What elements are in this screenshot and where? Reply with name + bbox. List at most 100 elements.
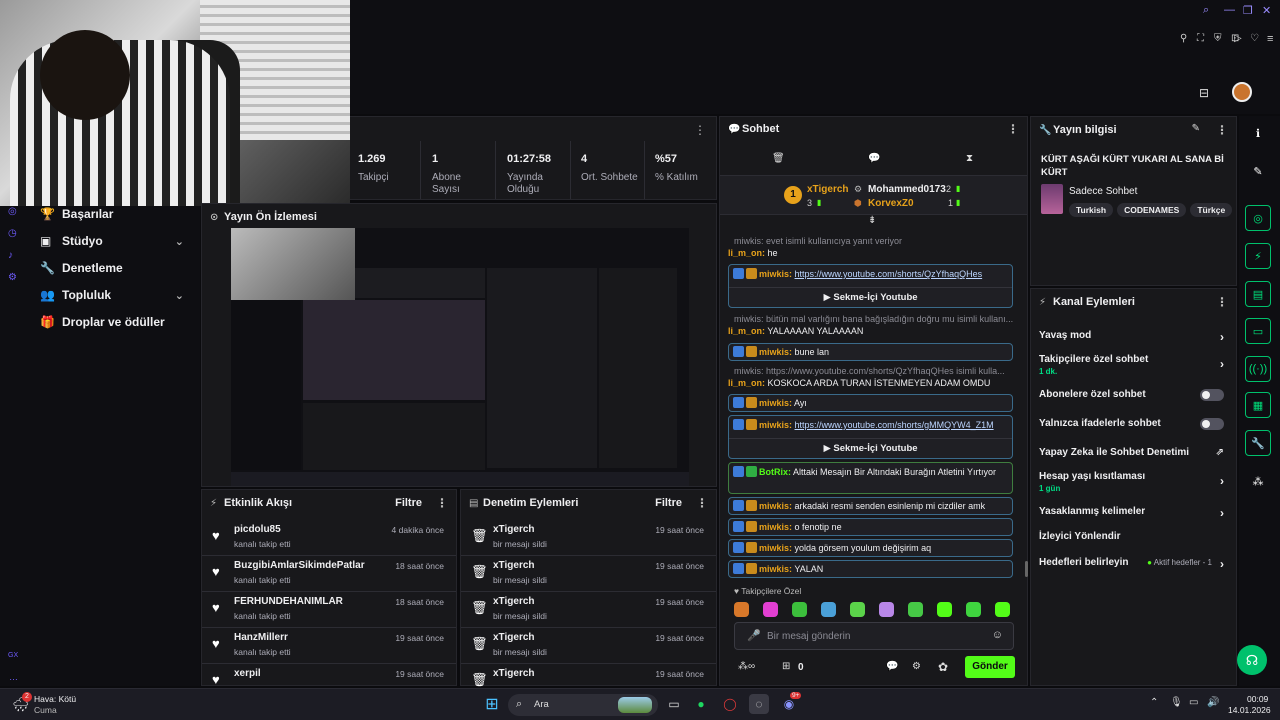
account-age-row[interactable]: Hesap yaşı kısıtlaması 1 gün › bbox=[1039, 471, 1224, 493]
chevron-up-icon[interactable]: ⌃ bbox=[1150, 697, 1158, 708]
filter-button[interactable]: Filtre bbox=[395, 497, 422, 509]
emote[interactable] bbox=[937, 602, 952, 617]
kebab-icon[interactable]: ⋮ bbox=[1216, 295, 1228, 309]
kebab-icon[interactable]: ⋮ bbox=[696, 496, 708, 510]
emote[interactable] bbox=[734, 602, 749, 617]
pencil-icon[interactable]: ✎ bbox=[1192, 123, 1200, 134]
nav-community[interactable]: 👥 Topluluk ⌄ bbox=[40, 282, 200, 308]
menu-icon[interactable]: ≡ bbox=[1267, 33, 1273, 45]
leader-first-name[interactable]: xTigerch bbox=[807, 184, 849, 195]
list-item[interactable]: ♥ BuzgibiAmlarSikimdePatlar kanalı takip e… bbox=[202, 556, 456, 592]
chat-link[interactable]: https://www.youtube.com/shorts/QzYfhaqQH… bbox=[795, 269, 983, 279]
emote[interactable] bbox=[763, 602, 778, 617]
stream-tag[interactable]: Türkçe bbox=[1190, 203, 1233, 217]
highlighted-message[interactable]: miwkis: arkadaki resmi senden esinlenip … bbox=[728, 497, 1013, 515]
chat-username[interactable]: miwkis: bbox=[759, 420, 792, 430]
highlighted-message[interactable]: miwkis: yolda görsem youlum değişirim aq bbox=[728, 539, 1013, 557]
chat-link[interactable]: https://www.youtube.com/shorts/gMMQYW4_Z… bbox=[795, 420, 994, 430]
music-icon[interactable]: ♪ bbox=[8, 250, 13, 261]
chat-bubble-icon[interactable]: 💬 bbox=[868, 153, 880, 164]
collapse-icon[interactable]: ⇟ bbox=[868, 215, 876, 226]
chat-username[interactable]: li_m_on: bbox=[728, 378, 765, 388]
filter-button[interactable]: Filtre bbox=[655, 497, 682, 509]
wrench-icon[interactable]: 🔧 bbox=[1245, 430, 1271, 456]
clock-icon[interactable]: ◷ bbox=[8, 228, 17, 239]
banned-words-row[interactable]: Yasaklanmış kelimeler › bbox=[1039, 506, 1224, 520]
more-icon[interactable]: … bbox=[9, 672, 18, 682]
spotify-icon[interactable]: ● bbox=[691, 694, 711, 714]
chat-username[interactable]: miwkis: bbox=[759, 269, 792, 279]
emote[interactable] bbox=[908, 602, 923, 617]
nav-drops[interactable]: 🎁 Droplar ve ödüller bbox=[40, 309, 200, 335]
kebab-icon[interactable]: ⋮ bbox=[1007, 122, 1019, 136]
document-icon[interactable]: ▤ bbox=[1245, 281, 1271, 307]
screenshot-icon[interactable]: ⛶ bbox=[1197, 33, 1204, 44]
emote-picker-icon[interactable]: ✿ bbox=[938, 660, 948, 674]
restore-icon[interactable]: ❐ bbox=[1243, 4, 1253, 17]
nav-studio[interactable]: ▣ Stüdyo ⌄ bbox=[40, 228, 200, 254]
broadcast-icon[interactable]: ((·)) bbox=[1245, 356, 1271, 382]
clock-date[interactable]: 14.01.2026 bbox=[1228, 705, 1271, 715]
emote[interactable] bbox=[879, 602, 894, 617]
followers-only-row[interactable]: Takipçilere özel sohbet 1 dk. › bbox=[1039, 354, 1224, 376]
chat-username[interactable]: li_m_on: bbox=[728, 326, 765, 336]
gear-icon[interactable]: ⚙ bbox=[912, 661, 921, 672]
nav-moderation[interactable]: 🔧 Denetleme bbox=[40, 255, 200, 281]
stream-preview-video[interactable] bbox=[231, 228, 689, 486]
chat-message[interactable]: li_m_on: he bbox=[728, 247, 1017, 259]
list-item[interactable]: ♥ picdolu85 kanalı takip etti 4 dakika önce bbox=[202, 520, 456, 556]
chat-message[interactable]: li_m_on: KOSKOCA ARDA TURAN İSTENMEYEN A… bbox=[728, 377, 1017, 389]
stream-tag[interactable]: CODENAMES bbox=[1117, 203, 1187, 217]
emoji-icon[interactable]: ☺ bbox=[992, 629, 1003, 641]
emote-only-row[interactable]: Yalnızca ifadelerle sohbet bbox=[1039, 418, 1224, 430]
ai-moderation-row[interactable]: Yapay Zeka ile Sohbet Denetimi ⇗ bbox=[1039, 447, 1224, 458]
stream-category[interactable]: Sadece Sohbet bbox=[1069, 186, 1137, 197]
list-item[interactable]: 🗑 xTigerch bir mesajı sildi 19 saat önce bbox=[461, 520, 716, 556]
apps-icon[interactable]: ⁂ bbox=[1245, 468, 1271, 494]
stream-tag[interactable]: Turkish bbox=[1069, 203, 1114, 217]
chat-input[interactable]: 🎤 Bir mesaj gönderin ☺ bbox=[734, 622, 1014, 650]
vr-icon[interactable]: ⊟ bbox=[1199, 86, 1209, 100]
minimize-icon[interactable]: — bbox=[1224, 4, 1235, 16]
emote-only-toggle[interactable] bbox=[1200, 418, 1224, 430]
chat-username[interactable]: miwkis: bbox=[759, 347, 792, 357]
hourglass-icon[interactable]: ⧗ bbox=[966, 153, 973, 164]
youtube-embed-button[interactable]: ▶ Sekme-İçi Youtube bbox=[729, 287, 1012, 307]
leader-second-name[interactable]: Mohammed0173 bbox=[868, 184, 946, 195]
opera-gx-icon[interactable]: ◌ bbox=[749, 694, 769, 714]
kebab-icon[interactable]: ⋮ bbox=[436, 496, 448, 510]
nav-achievements[interactable]: 🏆 Başarılar bbox=[40, 201, 200, 227]
highlighted-message[interactable]: miwkis: bune lan bbox=[728, 343, 1013, 361]
kebab-icon[interactable]: ⋮ bbox=[1216, 123, 1228, 137]
weather-title[interactable]: Hava: Kötü bbox=[34, 694, 76, 704]
highlighted-message[interactable]: miwkis: Ayı bbox=[728, 394, 1013, 412]
close-icon[interactable]: ✕ bbox=[1262, 4, 1271, 17]
info-icon[interactable]: ℹ bbox=[1245, 120, 1271, 146]
search-icon[interactable]: ⌕ bbox=[1203, 4, 1209, 17]
highlighted-message[interactable]: miwkis: https://www.youtube.com/shorts/Q… bbox=[728, 264, 1013, 308]
gift-icon[interactable]: ⊞ bbox=[782, 661, 790, 672]
highlighted-message[interactable]: BotRix: Alttaki Mesajın Bir Altındaki Bu… bbox=[728, 462, 1013, 494]
chat-bubble-icon[interactable]: 💬 bbox=[886, 661, 898, 672]
list-item[interactable]: 🗑 xTigerch bir mesajı sildi 19 saat önce bbox=[461, 592, 716, 628]
chat-username[interactable]: BotRix: bbox=[759, 467, 791, 477]
pin-icon[interactable]: ⚲ bbox=[1180, 33, 1187, 44]
highlighted-message[interactable]: miwkis: o fenotip ne bbox=[728, 518, 1013, 536]
slow-mode-row[interactable]: Yavaş mod › bbox=[1039, 330, 1224, 344]
highlighted-message[interactable]: miwkis: https://www.youtube.com/shorts/g… bbox=[728, 415, 1013, 459]
circle-icon[interactable]: ◎ bbox=[8, 206, 17, 217]
volume-icon[interactable]: 🔊 bbox=[1207, 697, 1219, 708]
avatar[interactable] bbox=[1232, 82, 1252, 102]
trash-icon[interactable]: 🗑 bbox=[772, 153, 785, 164]
list-item[interactable]: ♥ FERHUNDEHANIMLAR kanalı takip etti 18 saa… bbox=[202, 592, 456, 628]
bolt-icon[interactable]: ⚡ bbox=[1245, 243, 1271, 269]
taskview-icon[interactable]: ▭ bbox=[664, 694, 684, 714]
chat-message[interactable]: li_m_on: YALAAAAN YALAAAAN bbox=[728, 325, 1017, 337]
camera-icon[interactable]: ◎ bbox=[1245, 205, 1271, 231]
play-icon[interactable]: ▷ bbox=[1234, 33, 1242, 44]
chat-icon[interactable]: ▭ bbox=[1245, 318, 1271, 344]
clock-time[interactable]: 00:09 bbox=[1247, 694, 1268, 704]
subscribers-only-row[interactable]: Abonelere özel sohbet bbox=[1039, 389, 1224, 401]
emote[interactable] bbox=[792, 602, 807, 617]
list-item[interactable]: 🗑 xTigerch bir mesajı sildi 19 saat önce bbox=[461, 628, 716, 664]
